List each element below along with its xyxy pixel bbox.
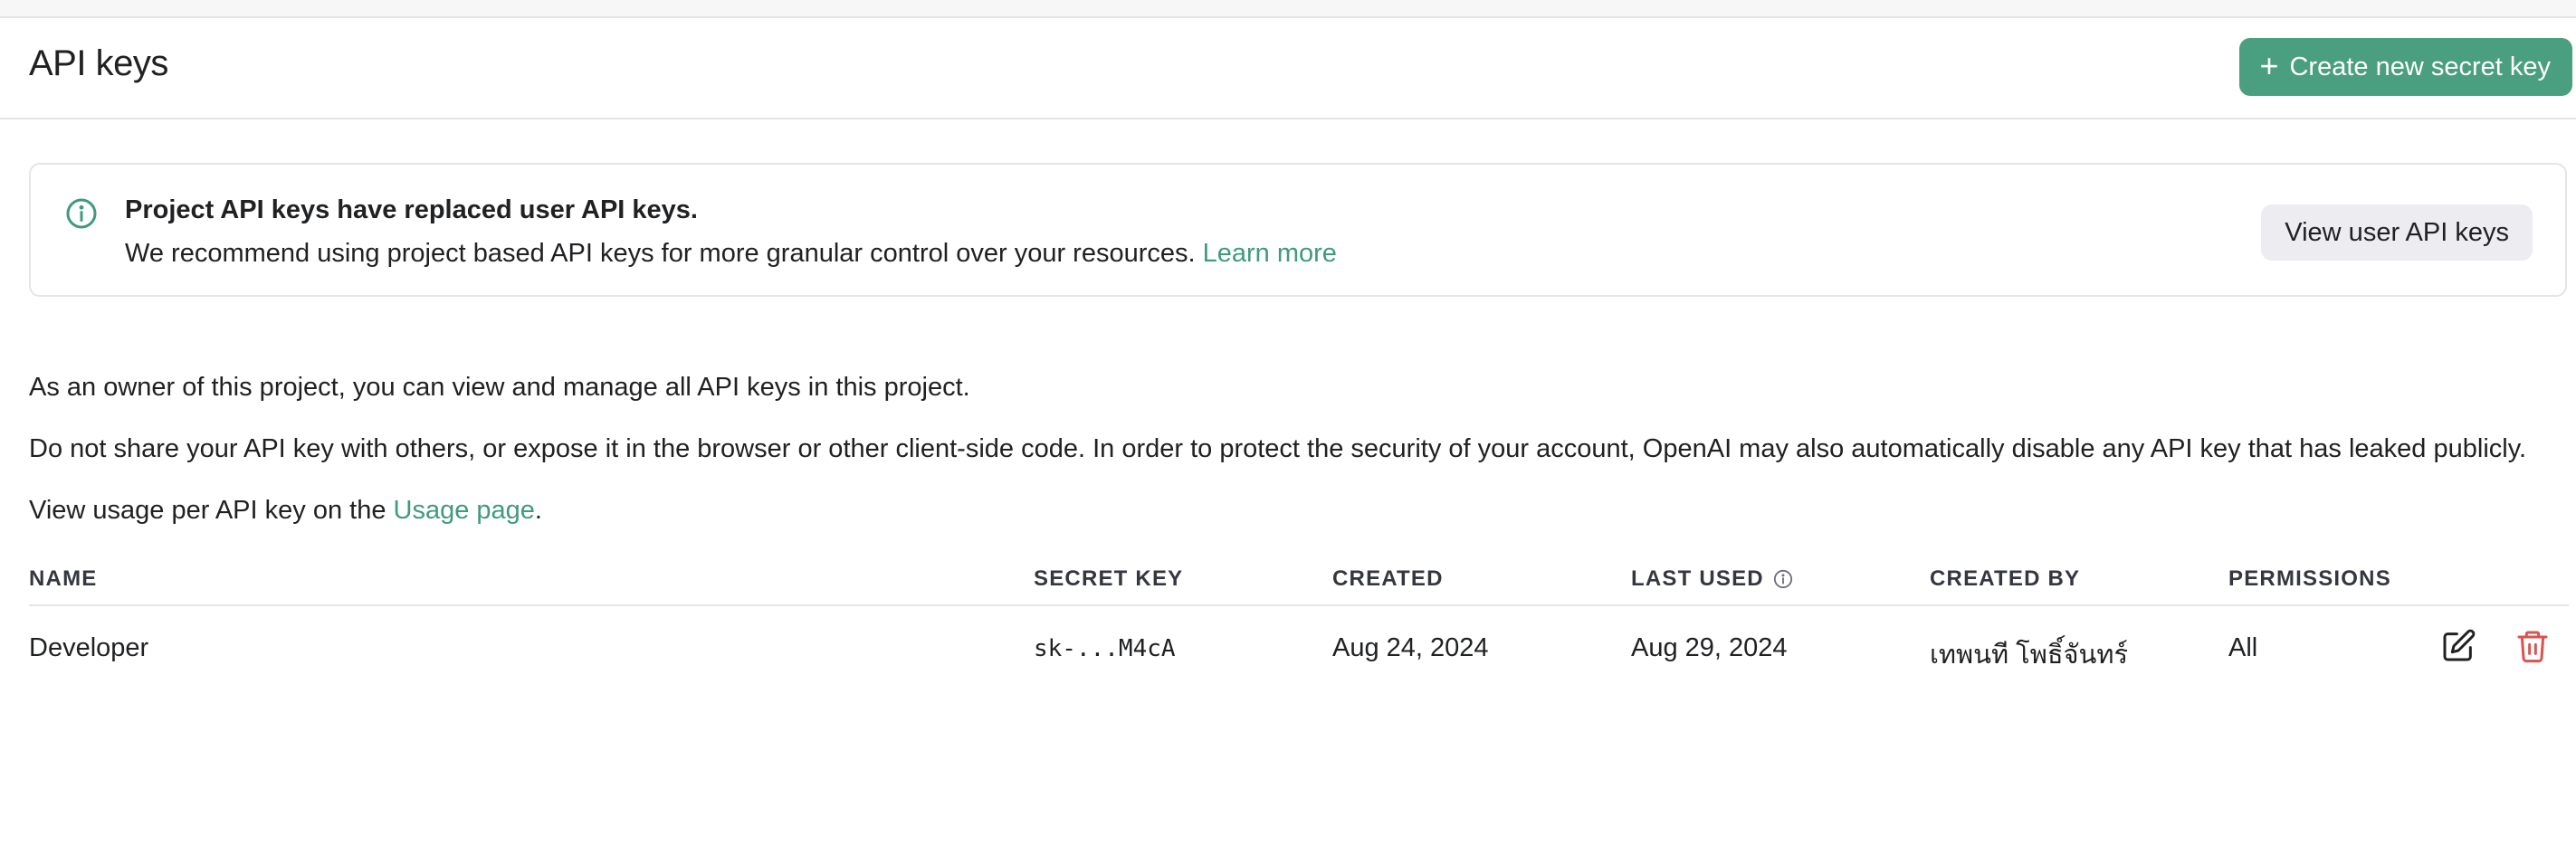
trash-icon[interactable] [2514, 628, 2551, 664]
project-keys-banner: Project API keys have replaced user API … [29, 163, 2567, 297]
last-used-date: Aug 29, 2024 [1631, 633, 1788, 662]
create-secret-key-label: Create new secret key [2289, 52, 2551, 81]
created-by-user: เทพนที โพธิ์จันทร์ [1930, 641, 2129, 670]
learn-more-link[interactable]: Learn more [1203, 239, 1337, 268]
plus-icon: + [2259, 46, 2279, 84]
create-secret-key-button[interactable]: + Create new secret key [2239, 38, 2572, 96]
column-header-secret-key: SECRET KEY [1034, 566, 1184, 591]
info-circle-icon [66, 198, 97, 229]
column-header-permissions: PERMISSIONS [2228, 566, 2391, 591]
key-name: Developer [29, 633, 149, 662]
secret-key-value: sk-...M4cA [1034, 635, 1176, 662]
usage-note-suffix: . [534, 496, 542, 525]
owner-description: As an owner of this project, you can vie… [29, 373, 970, 402]
page-title: API keys [29, 43, 168, 83]
edit-icon[interactable] [2440, 628, 2476, 664]
banner-title: Project API keys have replaced user API … [125, 195, 698, 224]
banner-body-text: We recommend using project based API key… [125, 239, 1196, 268]
column-header-created-by: CREATED BY [1930, 566, 2081, 591]
column-header-last-used: LAST USED [1631, 566, 1793, 592]
view-user-api-keys-button[interactable]: View user API keys [2261, 204, 2533, 261]
info-icon[interactable] [1773, 569, 1793, 589]
banner-body: We recommend using project based API key… [125, 239, 1337, 269]
usage-note-prefix: View usage per API key on the [29, 496, 386, 525]
usage-page-link[interactable]: Usage page [394, 496, 535, 525]
table-row: Developer sk-...M4cA Aug 24, 2024 Aug 29… [29, 606, 2569, 693]
top-strip [0, 0, 2576, 18]
column-header-created: CREATED [1332, 566, 1444, 591]
table-header: NAME SECRET KEY CREATED LAST USED CREATE… [29, 557, 2569, 606]
security-warning: Do not share your API key with others, o… [29, 434, 2527, 463]
api-keys-table: NAME SECRET KEY CREATED LAST USED CREATE… [29, 557, 2569, 693]
created-date: Aug 24, 2024 [1332, 633, 1489, 662]
permissions-value: All [2228, 633, 2258, 662]
usage-note: View usage per API key on the Usage page… [29, 496, 542, 526]
column-header-name: NAME [29, 566, 98, 591]
column-header-last-used-label: LAST USED [1631, 566, 1764, 591]
page-header: API keys + Create new secret key [0, 18, 2576, 119]
